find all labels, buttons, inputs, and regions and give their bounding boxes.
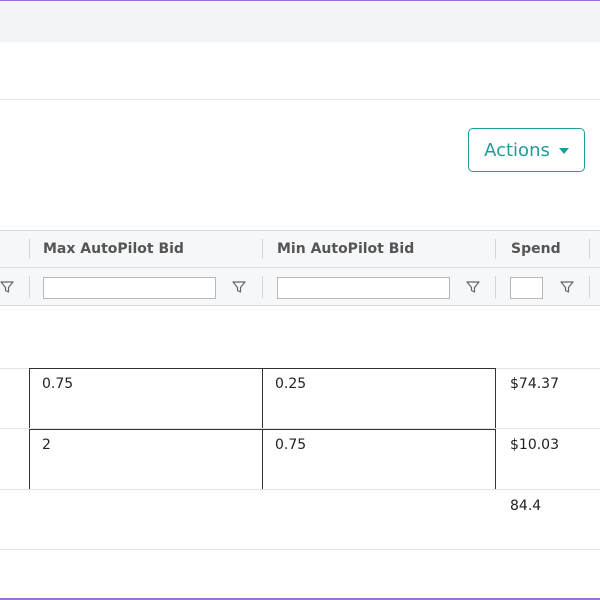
- app-frame: Actions Max AutoPilot Bid Min AutoPilot …: [0, 0, 600, 600]
- actions-button[interactable]: Actions: [468, 128, 585, 172]
- column-header-min-autopilot-bid[interactable]: Min AutoPilot Bid: [277, 241, 414, 257]
- filter-separator: [495, 276, 496, 298]
- filter-icon[interactable]: [232, 280, 246, 294]
- chevron-down-icon: [558, 148, 569, 154]
- column-header-spend[interactable]: Spend: [511, 241, 561, 257]
- grid-header: Max AutoPilot Bid Min AutoPilot Bid Spen…: [0, 230, 600, 306]
- min-bid-cell[interactable]: 0.75: [262, 429, 496, 490]
- spend-total: 84.4: [510, 498, 542, 514]
- max-bid-cell[interactable]: 0.75: [29, 368, 263, 429]
- row-divider: [0, 549, 600, 550]
- column-separator: [262, 239, 263, 259]
- filter-icon[interactable]: [560, 280, 574, 294]
- spend-filter-input[interactable]: [510, 277, 543, 299]
- column-header-max-autopilot-bid[interactable]: Max AutoPilot Bid: [43, 241, 184, 257]
- column-separator: [29, 239, 30, 259]
- top-bar: [0, 0, 600, 42]
- filter-icon[interactable]: [0, 280, 14, 294]
- section-divider: [0, 99, 600, 100]
- filter-separator: [29, 276, 30, 298]
- header-row-divider: [0, 267, 600, 268]
- filter-separator: [589, 276, 590, 298]
- spend-cell: $10.03: [510, 437, 559, 453]
- row-divider: [0, 489, 600, 490]
- actions-button-label: Actions: [484, 139, 550, 161]
- column-separator: [495, 239, 496, 259]
- spend-cell: $74.37: [510, 376, 559, 392]
- min-autopilot-bid-filter-input[interactable]: [277, 277, 450, 299]
- filter-icon[interactable]: [466, 280, 480, 294]
- filter-separator: [262, 276, 263, 298]
- min-bid-cell[interactable]: 0.25: [262, 368, 496, 429]
- column-separator: [589, 239, 590, 259]
- max-autopilot-bid-filter-input[interactable]: [43, 277, 216, 299]
- max-bid-cell[interactable]: 2: [29, 429, 263, 490]
